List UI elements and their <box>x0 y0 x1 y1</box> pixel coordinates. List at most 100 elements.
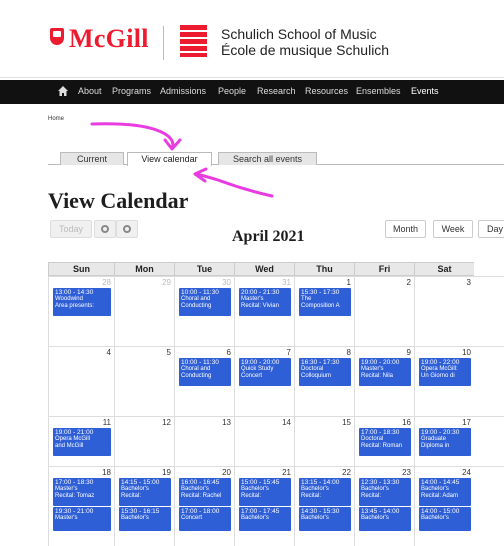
calendar-event[interactable]: 10:00 - 11:30 Choral and Conducting <box>179 288 231 316</box>
day-number[interactable]: 4 <box>107 348 111 357</box>
day-number[interactable]: 14 <box>282 418 291 427</box>
calendar-day-cell[interactable]: 3 <box>414 277 474 346</box>
day-number[interactable]: 29 <box>162 278 171 287</box>
day-number[interactable]: 31 <box>282 278 291 287</box>
day-number[interactable]: 22 <box>342 468 351 477</box>
today-button[interactable]: Today <box>50 220 92 238</box>
day-number[interactable]: 1 <box>347 278 351 287</box>
calendar-day-cell[interactable]: 30 10:00 - 11:30 Choral and Conducting <box>174 277 234 346</box>
tab-current[interactable]: Current <box>60 152 124 165</box>
calendar-event[interactable]: 19:30 - 21:00 Master's <box>53 507 111 531</box>
nav-item-admissions[interactable]: Admissions <box>160 86 206 96</box>
day-number[interactable]: 24 <box>462 468 471 477</box>
calendar-day-cell[interactable]: 15 <box>294 417 354 466</box>
day-number[interactable]: 18 <box>102 468 111 477</box>
week-view-button[interactable]: Week <box>433 220 473 238</box>
nav-item-programs[interactable]: Programs <box>112 86 151 96</box>
calendar-day-cell[interactable]: 1 15:30 - 17:30 The Composition A <box>294 277 354 346</box>
day-number[interactable]: 8 <box>347 348 351 357</box>
day-number[interactable]: 11 <box>103 418 111 427</box>
calendar-day-cell[interactable]: 28 13:00 - 14:30 Woodwind Area presents: <box>48 277 114 346</box>
nav-item-events[interactable]: Events <box>411 86 439 96</box>
calendar-event[interactable]: 17:00 - 18:30 Doctoral Recital: Roman <box>359 428 411 456</box>
calendar-day-cell[interactable]: 24 14:00 - 14:45 Bachelor's Recital: Adam 14… <box>414 467 474 546</box>
day-number[interactable]: 5 <box>167 348 171 357</box>
calendar-event[interactable]: 19:00 - 20:00 Master's Recital: Nila <box>359 358 411 386</box>
calendar-event[interactable]: 14:15 - 15:00 Bachelor's Recital: <box>119 478 171 506</box>
mcgill-logo[interactable]: McGill <box>69 24 149 54</box>
calendar-event[interactable]: 19:00 - 20:30 Graduate Diploma in <box>419 428 471 456</box>
calendar-day-cell[interactable]: 12 <box>114 417 174 466</box>
calendar-event[interactable]: 17:00 - 18:30 Master's Recital: Tomaz <box>53 478 111 506</box>
calendar-day-cell[interactable]: 17 19:00 - 20:30 Graduate Diploma in <box>414 417 474 466</box>
day-number[interactable]: 19 <box>162 468 171 477</box>
day-number[interactable]: 30 <box>222 278 231 287</box>
calendar-day-cell[interactable]: 5 <box>114 347 174 416</box>
nav-item-about[interactable]: About <box>78 86 102 96</box>
calendar-day-cell[interactable]: 2 <box>354 277 414 346</box>
calendar-day-cell[interactable]: 7 19:00 - 20:00 Quick Study Concert <box>234 347 294 416</box>
calendar-event[interactable]: 15:00 - 15:45 Bachelor's Recital: <box>239 478 291 506</box>
calendar-day-cell[interactable]: 19 14:15 - 15:00 Bachelor's Recital: 15:30 -… <box>114 467 174 546</box>
calendar-day-cell[interactable]: 4 <box>48 347 114 416</box>
calendar-day-cell[interactable]: 14 <box>234 417 294 466</box>
calendar-event[interactable]: 10:00 - 11:30 Choral and Conducting <box>179 358 231 386</box>
day-number[interactable]: 21 <box>282 468 291 477</box>
calendar-day-cell[interactable]: 21 15:00 - 15:45 Bachelor's Recital: 17:00 -… <box>234 467 294 546</box>
calendar-event[interactable]: 14:00 - 14:45 Bachelor's Recital: Adam <box>419 478 471 506</box>
day-number[interactable]: 10 <box>462 348 471 357</box>
mcgill-shield-icon[interactable] <box>50 28 64 45</box>
day-number[interactable]: 20 <box>222 468 231 477</box>
breadcrumb[interactable]: Home <box>48 116 64 122</box>
calendar-event[interactable]: 16:00 - 16:45 Bachelor's Recital: Rachel <box>179 478 231 506</box>
home-icon[interactable] <box>57 85 69 97</box>
calendar-event[interactable]: 19:00 - 22:00 Opera McGill: Un Giorno di <box>419 358 471 386</box>
day-number[interactable]: 9 <box>407 348 411 357</box>
calendar-day-cell[interactable]: 20 16:00 - 16:45 Bachelor's Recital: Rachel… <box>174 467 234 546</box>
calendar-day-cell[interactable]: 23 12:30 - 13:30 Bachelor's Recital: 13:45 -… <box>354 467 414 546</box>
calendar-day-cell[interactable]: 8 16:30 - 17:30 Doctoral Colloquium <box>294 347 354 416</box>
calendar-event[interactable]: 19:00 - 21:00 Opera McGill and McGill <box>53 428 111 456</box>
calendar-day-cell[interactable]: 31 20:00 - 21:30 Master's Recital: Vivian <box>234 277 294 346</box>
month-view-button[interactable]: Month <box>385 220 426 238</box>
calendar-event[interactable]: 15:30 - 17:30 The Composition A <box>299 288 351 316</box>
calendar-event[interactable]: 13:45 - 14:00 Bachelor's <box>359 507 411 531</box>
day-number[interactable]: 23 <box>402 468 411 477</box>
calendar-day-cell[interactable]: 29 <box>114 277 174 346</box>
calendar-event[interactable]: 13:00 - 14:30 Woodwind Area presents: <box>53 288 111 316</box>
calendar-day-cell[interactable]: 13 <box>174 417 234 466</box>
calendar-day-cell[interactable]: 22 13:15 - 14:00 Bachelor's Recital: 14:30 -… <box>294 467 354 546</box>
calendar-day-cell[interactable]: 18 17:00 - 18:30 Master's Recital: Tomaz 19:… <box>48 467 114 546</box>
calendar-day-cell[interactable]: 6 10:00 - 11:30 Choral and Conducting <box>174 347 234 416</box>
next-month-button[interactable] <box>116 220 138 238</box>
calendar-event[interactable]: 15:30 - 16:15 Bachelor's <box>119 507 171 531</box>
day-number[interactable]: 2 <box>407 278 411 287</box>
day-number[interactable]: 3 <box>467 278 471 287</box>
prev-month-button[interactable] <box>94 220 116 238</box>
calendar-day-cell[interactable]: 16 17:00 - 18:30 Doctoral Recital: Roman <box>354 417 414 466</box>
calendar-event[interactable]: 14:00 - 15:00 Bachelor's <box>419 507 471 531</box>
day-view-button[interactable]: Day <box>478 220 504 238</box>
day-number[interactable]: 12 <box>162 418 171 427</box>
calendar-event[interactable]: 16:30 - 17:30 Doctoral Colloquium <box>299 358 351 386</box>
tab-view-calendar[interactable]: View calendar <box>127 152 212 166</box>
day-number[interactable]: 17 <box>462 418 471 427</box>
nav-item-ensembles[interactable]: Ensembles <box>356 86 401 96</box>
schulich-logo-icon[interactable] <box>180 25 207 57</box>
day-number[interactable]: 7 <box>287 348 291 357</box>
calendar-event[interactable]: 20:00 - 21:30 Master's Recital: Vivian <box>239 288 291 316</box>
calendar-event[interactable]: 19:00 - 20:00 Quick Study Concert <box>239 358 291 386</box>
calendar-day-cell[interactable]: 11 19:00 - 21:00 Opera McGill and McGill <box>48 417 114 466</box>
calendar-event[interactable]: 12:30 - 13:30 Bachelor's Recital: <box>359 478 411 506</box>
nav-item-resources[interactable]: Resources <box>305 86 348 96</box>
tab-search-all-events[interactable]: Search all events <box>218 152 317 165</box>
day-number[interactable]: 15 <box>342 418 351 427</box>
calendar-day-cell[interactable]: 10 19:00 - 22:00 Opera McGill: Un Giorno di <box>414 347 474 416</box>
day-number[interactable]: 16 <box>402 418 411 427</box>
nav-item-research[interactable]: Research <box>257 86 296 96</box>
day-number[interactable]: 28 <box>102 278 111 287</box>
calendar-event[interactable]: 13:15 - 14:00 Bachelor's Recital: <box>299 478 351 506</box>
calendar-event[interactable]: 14:30 - 15:30 Bachelor's <box>299 507 351 531</box>
calendar-day-cell[interactable]: 9 19:00 - 20:00 Master's Recital: Nila <box>354 347 414 416</box>
day-number[interactable]: 13 <box>222 418 231 427</box>
